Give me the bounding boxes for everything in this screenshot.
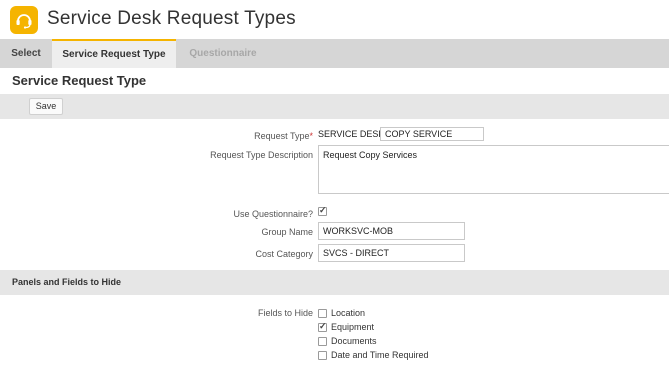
- section-title: Service Request Type: [12, 73, 147, 88]
- tab-select[interactable]: Select: [0, 39, 52, 68]
- group-name-input[interactable]: WORKSVC-MOB: [318, 222, 465, 240]
- save-button[interactable]: Save: [29, 98, 63, 115]
- request-type-input[interactable]: COPY SERVICE: [380, 127, 484, 141]
- description-textarea[interactable]: Request Copy Services: [318, 145, 669, 194]
- toolbar: Save: [0, 94, 669, 119]
- use-questionnaire-label: Use Questionnaire?: [233, 209, 313, 219]
- page-title: Service Desk Request Types: [47, 8, 296, 29]
- cost-category-input[interactable]: SVCS - DIRECT: [318, 244, 465, 262]
- request-type-label: Request Type*: [254, 131, 313, 141]
- documents-checkbox[interactable]: [318, 337, 327, 346]
- description-label: Request Type Description: [210, 150, 313, 160]
- required-marker: *: [309, 131, 313, 141]
- documents-option-label: Documents: [331, 336, 377, 346]
- headset-icon: [10, 6, 38, 34]
- panels-header: Panels and Fields to Hide: [0, 270, 669, 295]
- tab-bar: Select Service Request Type Questionnair…: [0, 39, 669, 68]
- date-time-required-option-label: Date and Time Required: [331, 350, 429, 360]
- group-name-label: Group Name: [261, 227, 313, 237]
- cost-category-label: Cost Category: [255, 249, 313, 259]
- tab-questionnaire: Questionnaire: [189, 48, 257, 59]
- date-time-required-checkbox[interactable]: [318, 351, 327, 360]
- equipment-option-label: Equipment: [331, 322, 375, 332]
- location-option-label: Location: [331, 308, 366, 318]
- use-questionnaire-checkbox[interactable]: [318, 205, 327, 216]
- equipment-checkbox[interactable]: [318, 321, 327, 332]
- fields-to-hide-label: Fields to Hide: [257, 308, 313, 318]
- tab-service-request-type[interactable]: Service Request Type: [52, 39, 176, 68]
- location-checkbox[interactable]: [318, 309, 327, 318]
- title-bar: Service Desk Request Types: [0, 0, 669, 39]
- panels-title: Panels and Fields to Hide: [12, 277, 122, 287]
